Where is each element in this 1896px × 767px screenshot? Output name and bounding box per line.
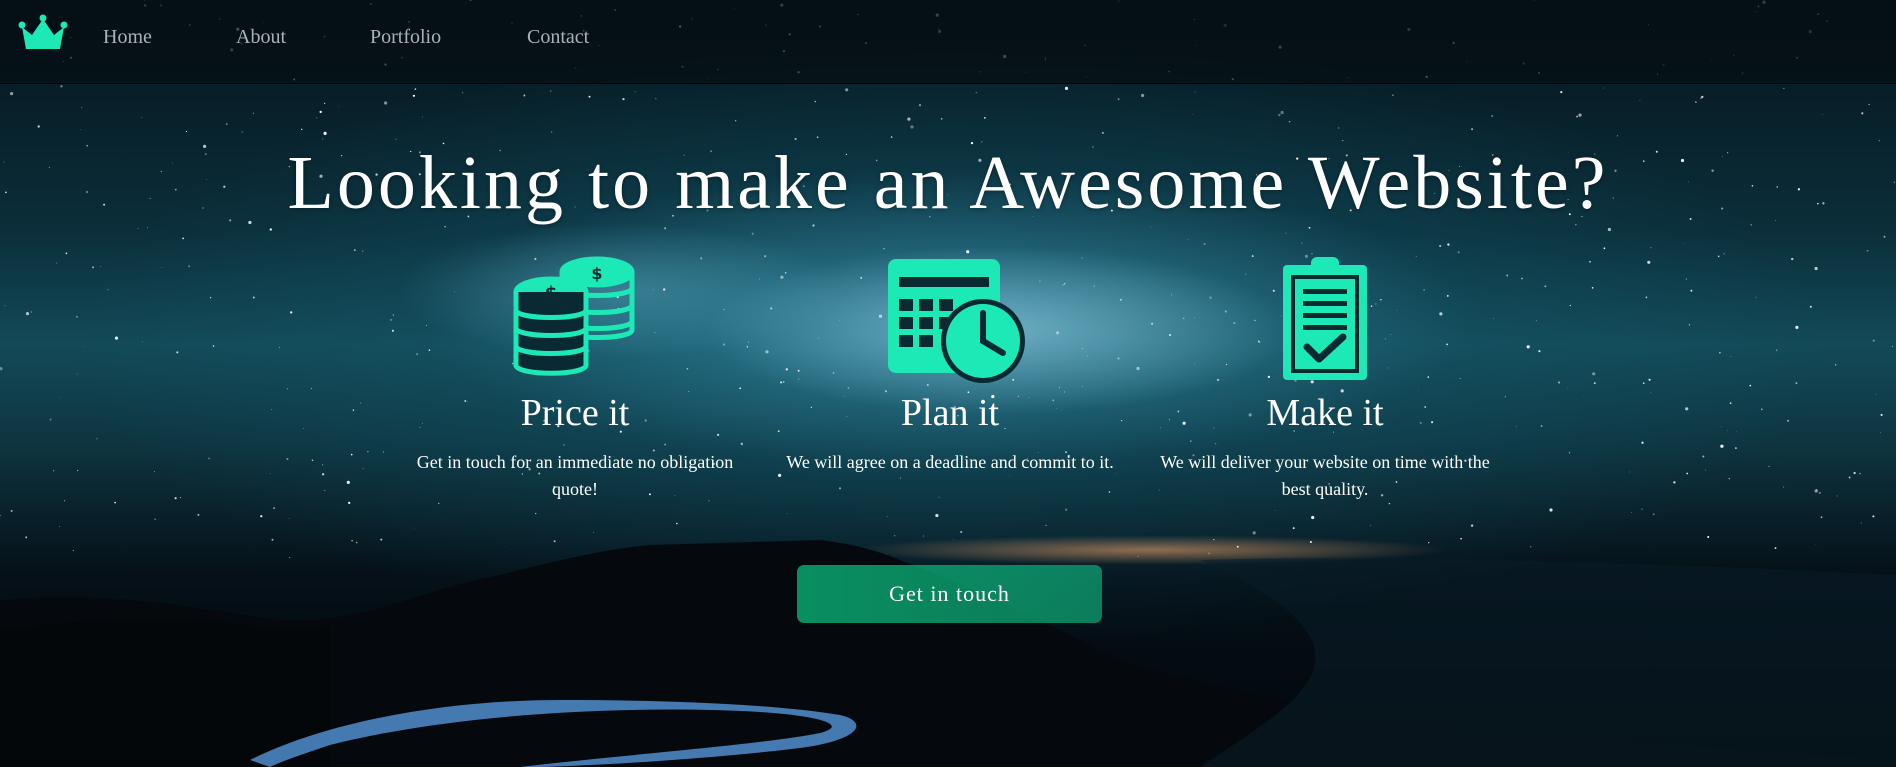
top-navbar: Home About Portfolio Contact — [0, 0, 1896, 84]
crown-icon[interactable] — [18, 13, 68, 53]
feature-make: Make it We will deliver your website on … — [1155, 255, 1495, 503]
feature-text: We will agree on a deadline and commit t… — [786, 452, 1114, 472]
svg-text:$: $ — [545, 283, 558, 304]
coins-icon: $ $ — [513, 256, 635, 376]
feature-title: Price it — [520, 392, 630, 434]
get-in-touch-button[interactable]: Get in touch — [797, 565, 1102, 623]
hero-headline: Looking to make an Awesome Website? — [287, 141, 1609, 225]
calendar-clock-icon — [888, 259, 1025, 383]
clipboard-check-icon — [1283, 257, 1367, 380]
feature-price: $ $ Price it Get in touch for an immedia… — [405, 255, 745, 503]
nav-link-home[interactable]: Home — [103, 26, 152, 49]
feature-text: We will deliver your website on time wit… — [1160, 452, 1490, 499]
nav-link-portfolio[interactable]: Portfolio — [370, 26, 441, 49]
feature-title: Plan it — [900, 392, 1000, 434]
feature-text: Get in touch for an immediate no obligat… — [416, 452, 734, 499]
nav-link-contact[interactable]: Contact — [527, 26, 589, 49]
svg-text:$: $ — [591, 264, 602, 283]
nav-link-about[interactable]: About — [236, 26, 286, 49]
feature-plan: Plan it We will agree on a deadline and … — [780, 255, 1120, 476]
feature-title: Make it — [1266, 392, 1384, 434]
